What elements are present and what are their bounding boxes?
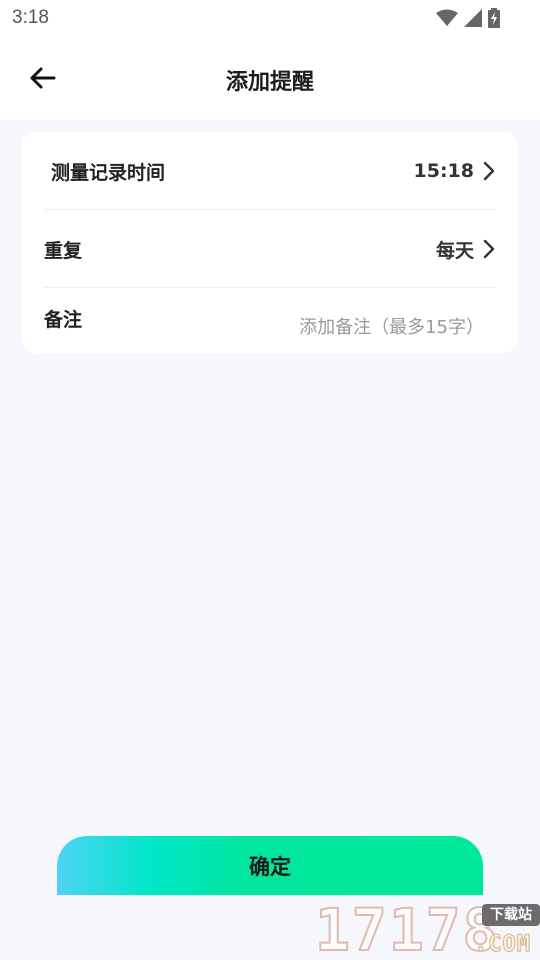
measure-time-value-wrap: 15:18	[414, 160, 496, 182]
note-label: 备注	[44, 309, 83, 331]
watermark-tag: 下载站	[482, 904, 540, 926]
confirm-button[interactable]: 确定	[57, 836, 483, 895]
repeat-value: 每天	[435, 239, 474, 262]
chevron-right-icon	[483, 239, 495, 259]
status-time: 3:18	[12, 7, 49, 28]
repeat-row[interactable]: 重复 每天	[44, 210, 496, 288]
status-bar: 3:18	[0, 0, 540, 36]
watermark-domain: .COM	[473, 931, 531, 958]
measure-time-row[interactable]: 测量记录时间 15:18	[44, 132, 496, 210]
note-row: 备注	[44, 288, 496, 353]
status-icons	[436, 8, 500, 28]
battery-charging-icon	[488, 8, 500, 28]
measure-time-value: 15:18	[413, 160, 474, 182]
site-watermark: 17178 下载站 .COM	[314, 896, 540, 960]
note-input[interactable]	[236, 314, 496, 340]
repeat-value-wrap: 每天	[436, 236, 496, 263]
chevron-right-icon	[483, 161, 495, 181]
measure-time-label: 测量记录时间	[51, 161, 166, 184]
watermark-digits: 17178	[314, 896, 500, 960]
page-title: 添加提醒	[225, 70, 314, 95]
reminder-form-card: 测量记录时间 15:18 重复 每天 备注	[22, 132, 518, 353]
signal-icon	[464, 9, 482, 27]
repeat-label: 重复	[44, 239, 83, 262]
header: 添加提醒	[0, 36, 540, 120]
confirm-label: 确定	[249, 854, 291, 879]
wifi-icon	[436, 9, 458, 26]
